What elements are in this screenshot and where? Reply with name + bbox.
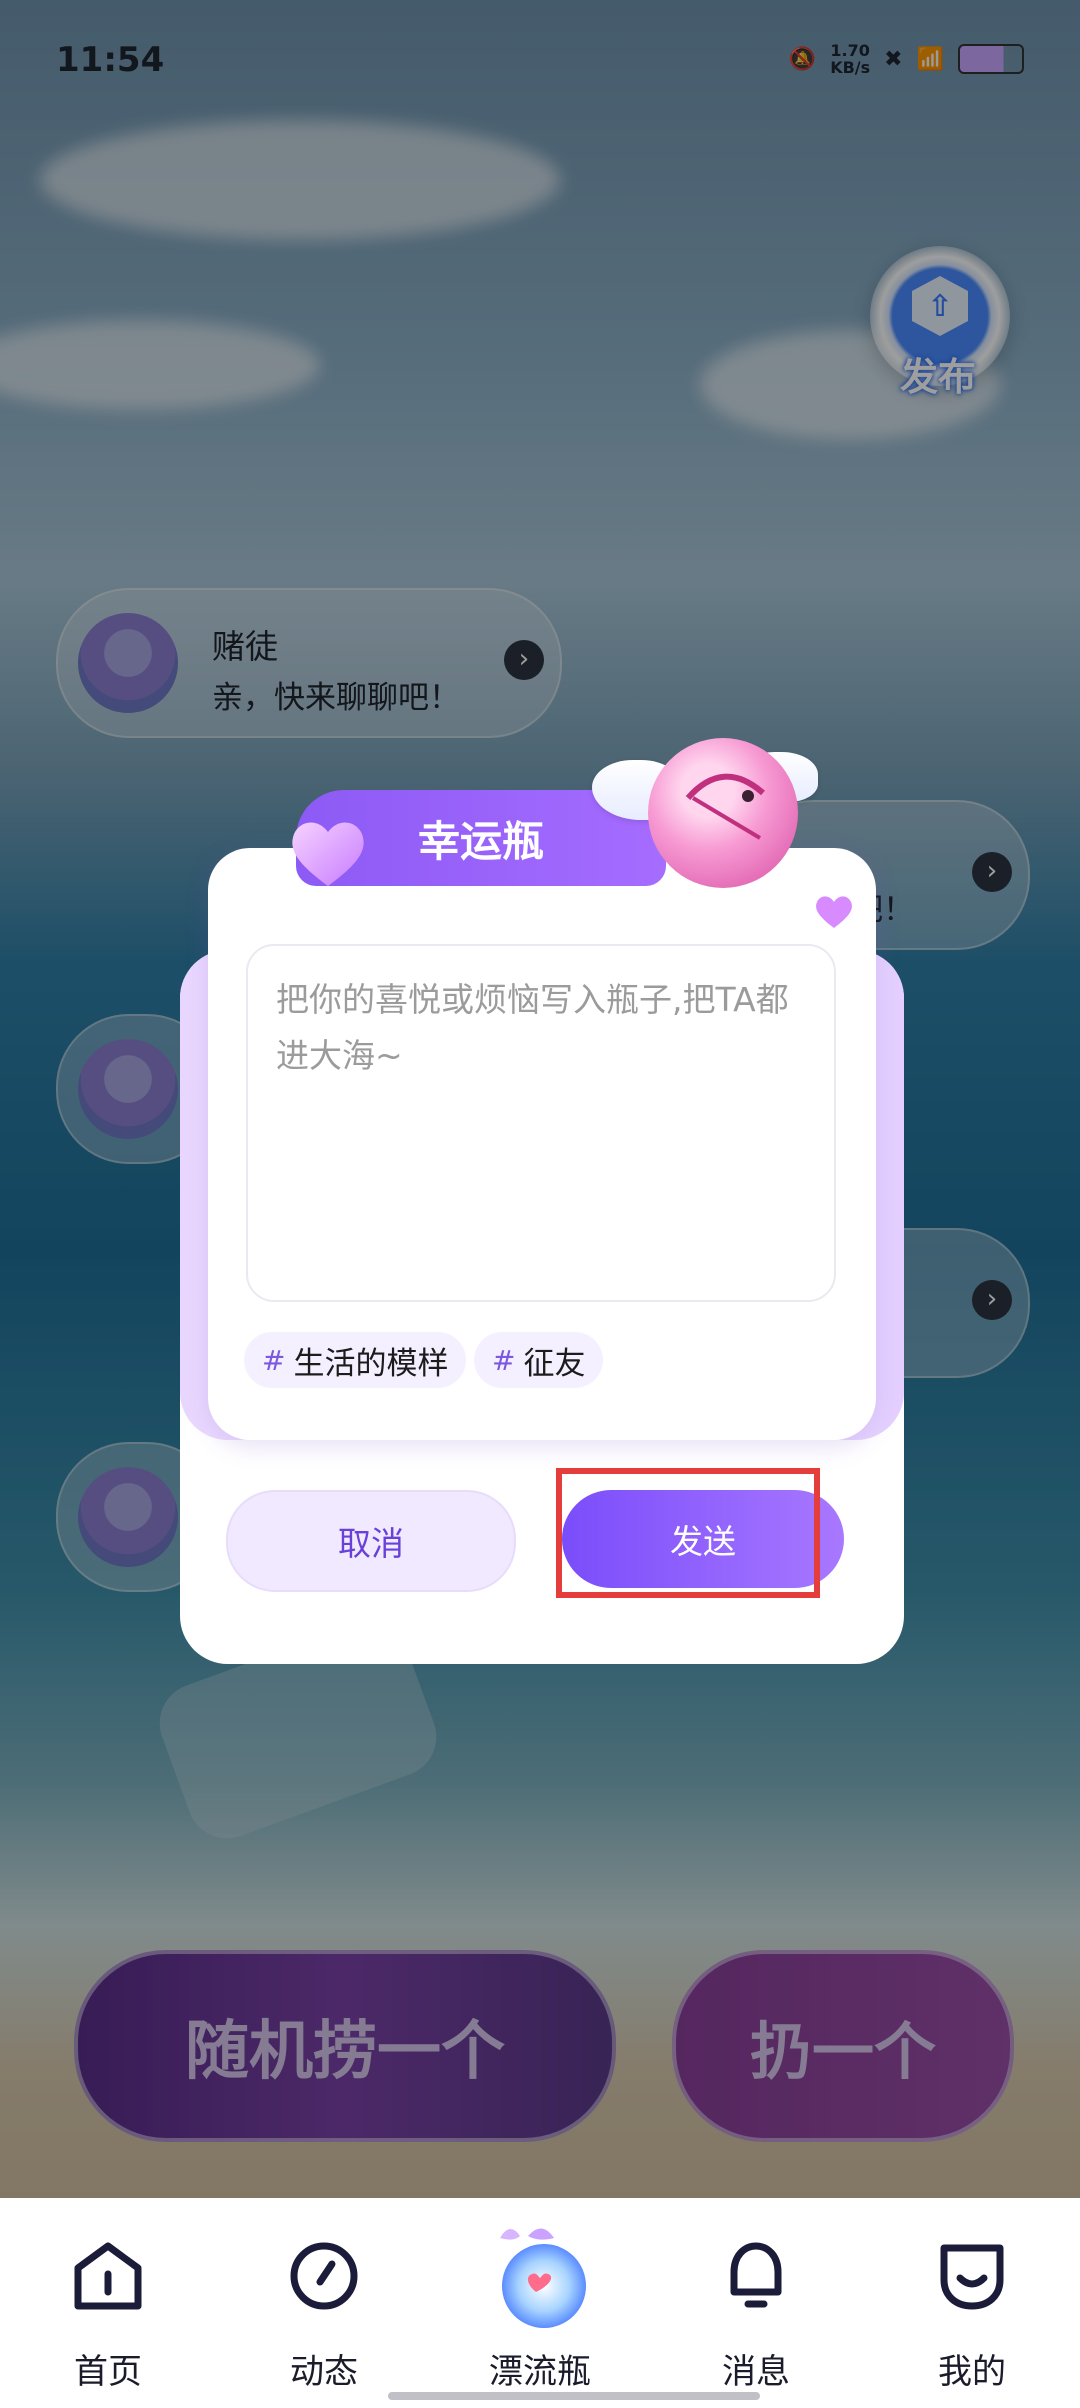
highlight-box [556,1468,820,1598]
cancel-button[interactable]: 取消 [226,1490,516,1592]
bottom-tab-bar: 首页 动态 漂流瓶 消息 我的 [0,2198,1080,2408]
tag-label: 生活的模样 [293,1345,449,1382]
tab-home[interactable]: 首页 [0,2198,216,2408]
tab-messages[interactable]: 消息 [648,2198,864,2408]
tab-feed[interactable]: 动态 [216,2198,432,2408]
tab-label: 动态 [290,2352,358,2392]
tab-label: 消息 [722,2352,790,2392]
heart-icon [292,822,364,886]
tab-label: 首页 [74,2352,142,2392]
tab-drift-bottle[interactable]: 漂流瓶 [432,2198,648,2408]
bell-icon [730,2242,782,2308]
tab-label: 我的 [938,2352,1006,2392]
home-indicator[interactable] [388,2392,760,2400]
compass-icon [290,2242,358,2310]
topic-tag[interactable]: # 生活的模样 [244,1332,467,1388]
home-icon [74,2242,142,2310]
bottle-message-input[interactable]: 把你的喜悦或烦恼写入瓶子,把TA都进大海~ [246,944,836,1302]
tag-label: 征友 [523,1345,586,1382]
hash-icon: # [492,1343,516,1377]
profile-icon [940,2244,1004,2310]
cupid-mascot-icon [648,738,798,888]
input-placeholder: 把你的喜悦或烦恼写入瓶子,把TA都进大海~ [276,980,789,1075]
tab-profile[interactable]: 我的 [864,2198,1080,2408]
small-heart-icon [816,896,852,928]
topic-tag[interactable]: # 征友 [474,1332,604,1388]
tab-label: 漂流瓶 [489,2352,591,2392]
hash-icon: # [262,1343,286,1377]
bottle-icon [500,2228,586,2328]
